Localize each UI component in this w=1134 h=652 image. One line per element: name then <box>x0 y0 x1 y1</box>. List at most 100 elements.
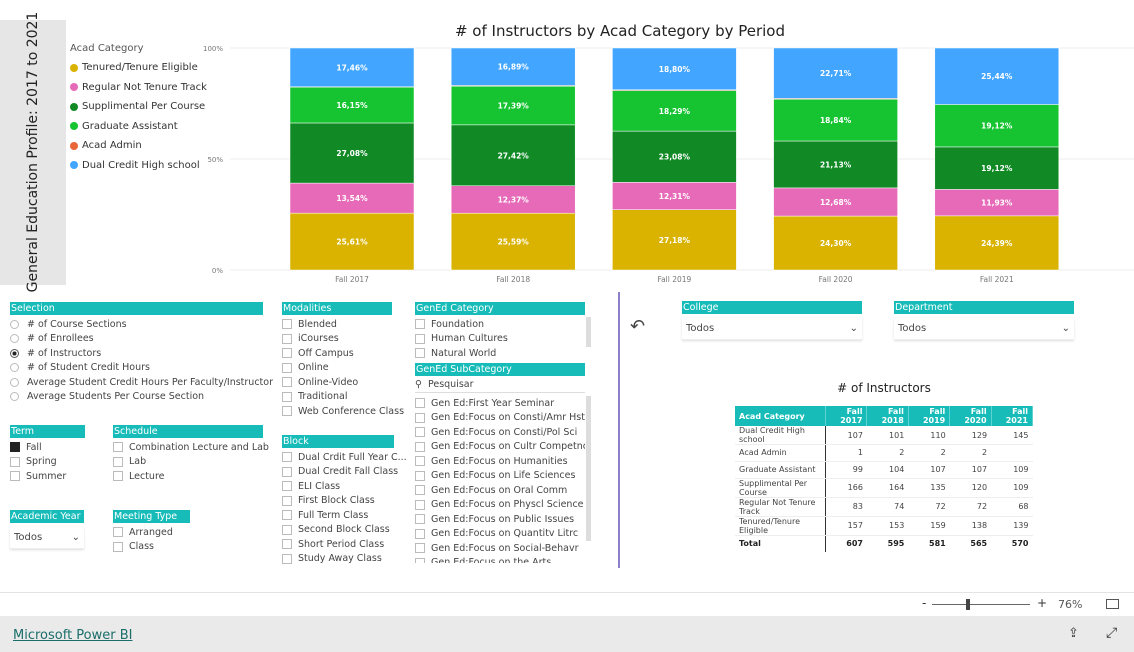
checkbox[interactable] <box>282 391 292 402</box>
checkbox[interactable] <box>415 499 425 510</box>
radio-button[interactable] <box>10 363 19 373</box>
checkbox[interactable] <box>415 557 425 563</box>
slicer-option[interactable]: Second Block Class <box>282 523 394 538</box>
legend-item[interactable]: Regular Not Tenure Track <box>70 78 207 98</box>
slicer-option[interactable]: Dual Crdit Full Year C... <box>282 450 407 465</box>
zoom-slider-thumb[interactable] <box>966 599 970 610</box>
slicer-option[interactable]: Lecture <box>113 469 263 484</box>
checkbox[interactable] <box>415 543 425 554</box>
slicer-option[interactable]: Foundation <box>415 317 585 332</box>
checkbox[interactable] <box>10 442 20 453</box>
checkbox[interactable] <box>113 442 123 453</box>
fullscreen-icon[interactable]: ⤢ <box>1106 625 1117 641</box>
slicer-option[interactable]: Web Conference Class <box>282 404 404 419</box>
checkbox[interactable] <box>282 348 292 359</box>
slicer-option[interactable]: First Block Class <box>282 494 394 509</box>
checkbox[interactable] <box>113 527 123 538</box>
slicer-option[interactable]: Gen Ed:Focus on Humanities <box>415 454 585 469</box>
radio-button[interactable] <box>10 334 19 344</box>
checkbox[interactable] <box>415 528 425 539</box>
power-bi-link[interactable]: Microsoft Power BI <box>13 628 132 643</box>
column-header[interactable]: Fall 2018 <box>866 406 909 426</box>
zoom-in-button[interactable]: + <box>1037 596 1047 610</box>
slicer-option[interactable]: Gen Ed:Focus on Physcl Science <box>415 498 585 513</box>
checkbox[interactable] <box>415 441 425 452</box>
slicer-option[interactable]: # of Student Credit Hours <box>10 361 263 376</box>
checkbox[interactable] <box>282 524 292 535</box>
slicer-option[interactable]: Lab <box>113 455 263 470</box>
legend-item[interactable]: Acad Admin <box>70 136 207 156</box>
slicer-option[interactable]: Dual Credit Fall Class <box>282 465 398 480</box>
slicer-option[interactable]: Full Term Class <box>282 508 394 523</box>
slicer-option[interactable]: Gen Ed:Focus on Social-Behavr <box>415 541 585 556</box>
slicer-option[interactable]: Gen Ed:Focus on Public Issues <box>415 512 585 527</box>
fit-to-page-icon[interactable] <box>1106 599 1119 609</box>
checkbox[interactable] <box>282 510 292 521</box>
slicer-option[interactable]: Average Student Credit Hours Per Faculty… <box>10 375 273 390</box>
checkbox[interactable] <box>282 481 292 492</box>
slicer-option[interactable]: Gen Ed:First Year Seminar <box>415 396 585 411</box>
checkbox[interactable] <box>282 466 292 477</box>
slicer-option[interactable]: Gen Ed:Focus on Quantitv Litrc <box>415 527 585 542</box>
slicer-option[interactable]: Blended <box>282 317 392 332</box>
slicer-option[interactable]: Gen Ed:Focus on Life Sciences <box>415 469 585 484</box>
checkbox[interactable] <box>113 456 123 467</box>
checkbox[interactable] <box>282 377 292 388</box>
slicer-option[interactable]: Spring <box>10 455 85 470</box>
scrollbar[interactable] <box>586 396 591 541</box>
slicer-option[interactable]: Summer <box>10 469 85 484</box>
checkbox[interactable] <box>415 348 425 359</box>
checkbox[interactable] <box>282 495 292 506</box>
scrollbar[interactable] <box>586 317 591 347</box>
slicer-option[interactable]: iCourses <box>282 332 392 347</box>
checkbox[interactable] <box>10 456 20 467</box>
checkbox[interactable] <box>282 333 292 344</box>
legend-item[interactable]: Dual Credit High school <box>70 156 207 176</box>
slicer-option[interactable]: Fall <box>10 440 85 455</box>
slicer-option[interactable]: Class <box>113 540 190 555</box>
checkbox[interactable] <box>415 514 425 525</box>
slicer-option[interactable]: Off Campus <box>282 346 392 361</box>
slicer-option[interactable]: Average Students Per Course Section <box>10 390 263 405</box>
slicer-option[interactable]: Gen Ed:Focus on Oral Comm <box>415 483 585 498</box>
checkbox[interactable] <box>415 427 425 438</box>
radio-button[interactable] <box>10 392 19 402</box>
checkbox[interactable] <box>415 412 425 423</box>
checkbox[interactable] <box>415 333 425 344</box>
slicer-option[interactable]: Short Period Class <box>282 537 394 552</box>
legend-item[interactable]: Supplimental Per Course <box>70 97 207 117</box>
share-icon[interactable]: ⇪ <box>1068 626 1079 641</box>
column-header[interactable]: Fall 2021 <box>991 406 1034 426</box>
radio-button[interactable] <box>10 348 19 358</box>
checkbox[interactable] <box>282 553 292 564</box>
checkbox[interactable] <box>113 541 123 552</box>
search-box[interactable]: ⚲ Pesquisar <box>415 376 585 393</box>
column-header[interactable]: Fall 2017 <box>825 406 868 426</box>
slicer-option[interactable]: Gen Ed:Focus on Cultr Competnc <box>415 440 585 455</box>
slicer-option[interactable]: Natural World <box>415 346 585 361</box>
slicer-option[interactable]: Traditional <box>282 390 392 405</box>
column-header[interactable]: Fall 2020 <box>949 406 992 426</box>
slicer-option[interactable]: Gen Ed:Focus on Consti/Amr Hst <box>415 411 585 426</box>
checkbox[interactable] <box>282 539 292 550</box>
checkbox[interactable] <box>415 456 425 467</box>
checkbox[interactable] <box>282 452 292 463</box>
slicer-option[interactable]: ELI Class <box>282 479 394 494</box>
radio-button[interactable] <box>10 319 19 329</box>
checkbox[interactable] <box>415 398 425 409</box>
legend-item[interactable]: Graduate Assistant <box>70 117 207 137</box>
checkbox[interactable] <box>10 471 20 482</box>
slicer-option[interactable]: # of Instructors <box>10 346 263 361</box>
checkbox[interactable] <box>282 319 292 330</box>
column-header[interactable]: Fall 2019 <box>908 406 951 426</box>
legend-item[interactable]: Tenured/Tenure Eligible <box>70 58 207 78</box>
search-input[interactable]: Pesquisar <box>428 379 474 390</box>
slicer-option[interactable]: Combination Lecture and Lab <box>113 440 269 455</box>
zoom-slider-track[interactable] <box>932 604 1030 605</box>
department-dropdown[interactable]: Todos ⌄ <box>894 318 1074 340</box>
slicer-option[interactable]: # of Enrollees <box>10 332 263 347</box>
slicer-option[interactable]: Arranged <box>113 525 190 540</box>
slicer-option[interactable]: Online <box>282 361 392 376</box>
checkbox[interactable] <box>282 406 292 417</box>
checkbox[interactable] <box>415 485 425 496</box>
